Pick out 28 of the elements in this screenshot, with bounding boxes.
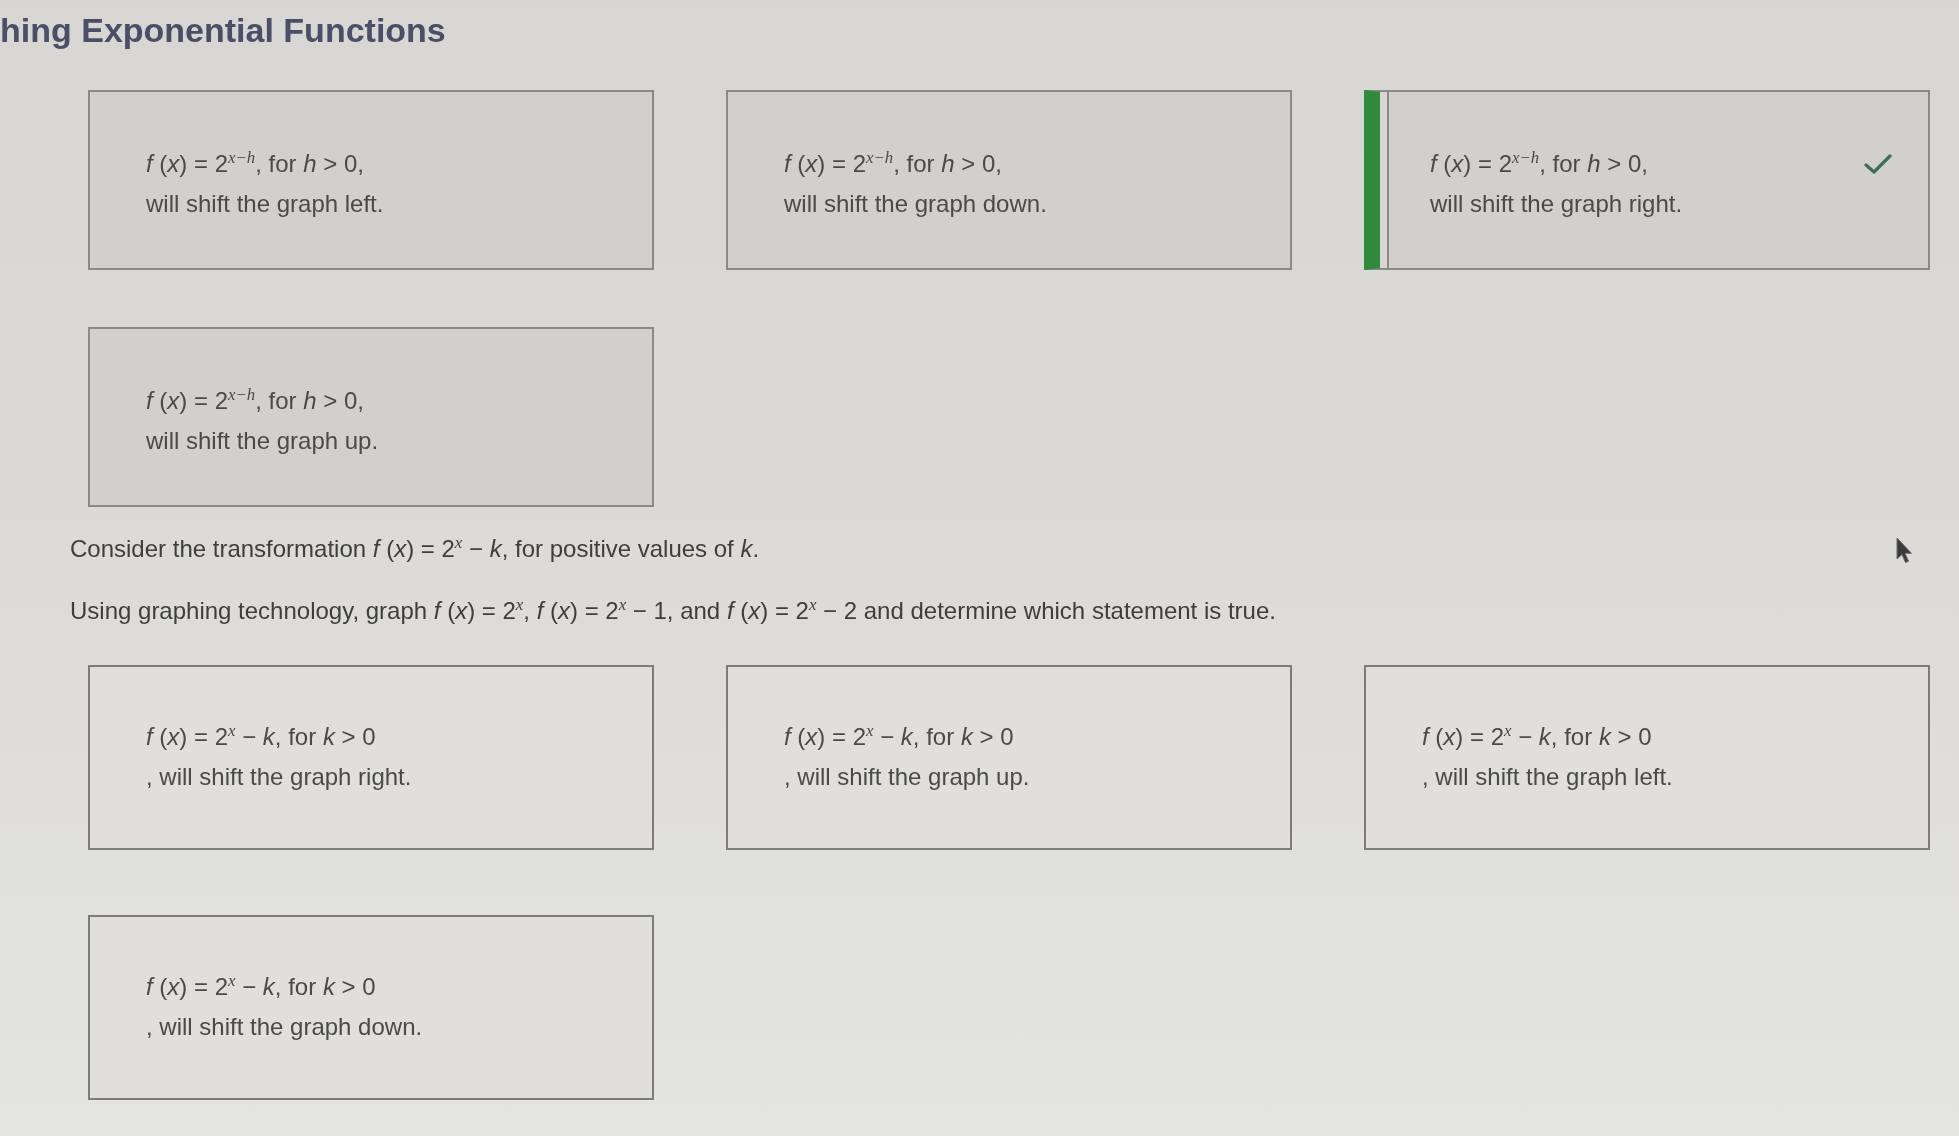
- option-formula: f (x) = 2$^{x}$ − k, for k > 0: [146, 720, 376, 752]
- answer-option[interactable]: f (x) = 2$^{x−h}$, for h > 0, will shift the graph left.: [88, 90, 654, 270]
- option-statement: , will shift the graph down.: [146, 1012, 423, 1042]
- option-statement: , will shift the graph left.: [1422, 762, 1673, 792]
- option-statement: will shift the graph left.: [146, 189, 384, 219]
- answer-option[interactable]: f (x) = 2$^{x}$ − k, for k > 0 , will shift the graph right.: [88, 665, 654, 850]
- answer-option[interactable]: f (x) = 2$^{x−h}$, for h > 0, will shift the graph down.: [726, 90, 1292, 270]
- answer-option[interactable]: f (x) = 2$^{x}$ − k, for k > 0 , will shift the graph left.: [1364, 665, 1930, 850]
- option-statement: will shift the graph down.: [784, 189, 1047, 219]
- option-formula: f (x) = 2$^{x}$ − k, for k > 0: [1422, 720, 1652, 752]
- option-formula: f (x) = 2$^{x−h}$, for h > 0,: [1430, 147, 1648, 179]
- answer-option[interactable]: f (x) = 2$^{x−h}$, for h > 0, will shift the graph right.: [1364, 90, 1930, 270]
- mouse-pointer-icon: [1896, 537, 1914, 564]
- answer-option[interactable]: f (x) = 2$^{x}$ − k, for k > 0 , will shift the graph up.: [726, 665, 1292, 850]
- option-statement: will shift the graph right.: [1430, 189, 1683, 219]
- answer-option[interactable]: f (x) = 2$^{x}$ − k, for k > 0 , will shift the graph down.: [88, 915, 654, 1100]
- answer-option[interactable]: f (x) = 2$^{x−h}$, for h > 0, will shift the graph up.: [88, 327, 654, 507]
- page-title: hing Exponential Functions: [0, 10, 446, 51]
- option-formula: f (x) = 2$^{x−h}$, for h > 0,: [784, 147, 1002, 179]
- question-prompt: Using graphing technology, graph f (x) = 2$^{x}$, f (x) = 2$^{x}$ − 1, and f (x) = 2$^{x}$ − 2 and determine which statement is true.: [70, 594, 1276, 626]
- option-formula: f (x) = 2$^{x}$ − k, for k > 0: [146, 970, 376, 1002]
- option-statement: , will shift the graph right.: [146, 762, 412, 792]
- question-prompt: Consider the transformation f (x) = 2$^{x}$ − k, for positive values of k.: [70, 532, 760, 564]
- option-formula: f (x) = 2$^{x−h}$, for h > 0,: [146, 147, 364, 179]
- option-formula: f (x) = 2$^{x}$ − k, for k > 0: [784, 720, 1014, 752]
- option-statement: will shift the graph up.: [146, 426, 379, 456]
- option-statement: , will shift the graph up.: [784, 762, 1030, 792]
- option-formula: f (x) = 2$^{x−h}$, for h > 0,: [146, 384, 364, 416]
